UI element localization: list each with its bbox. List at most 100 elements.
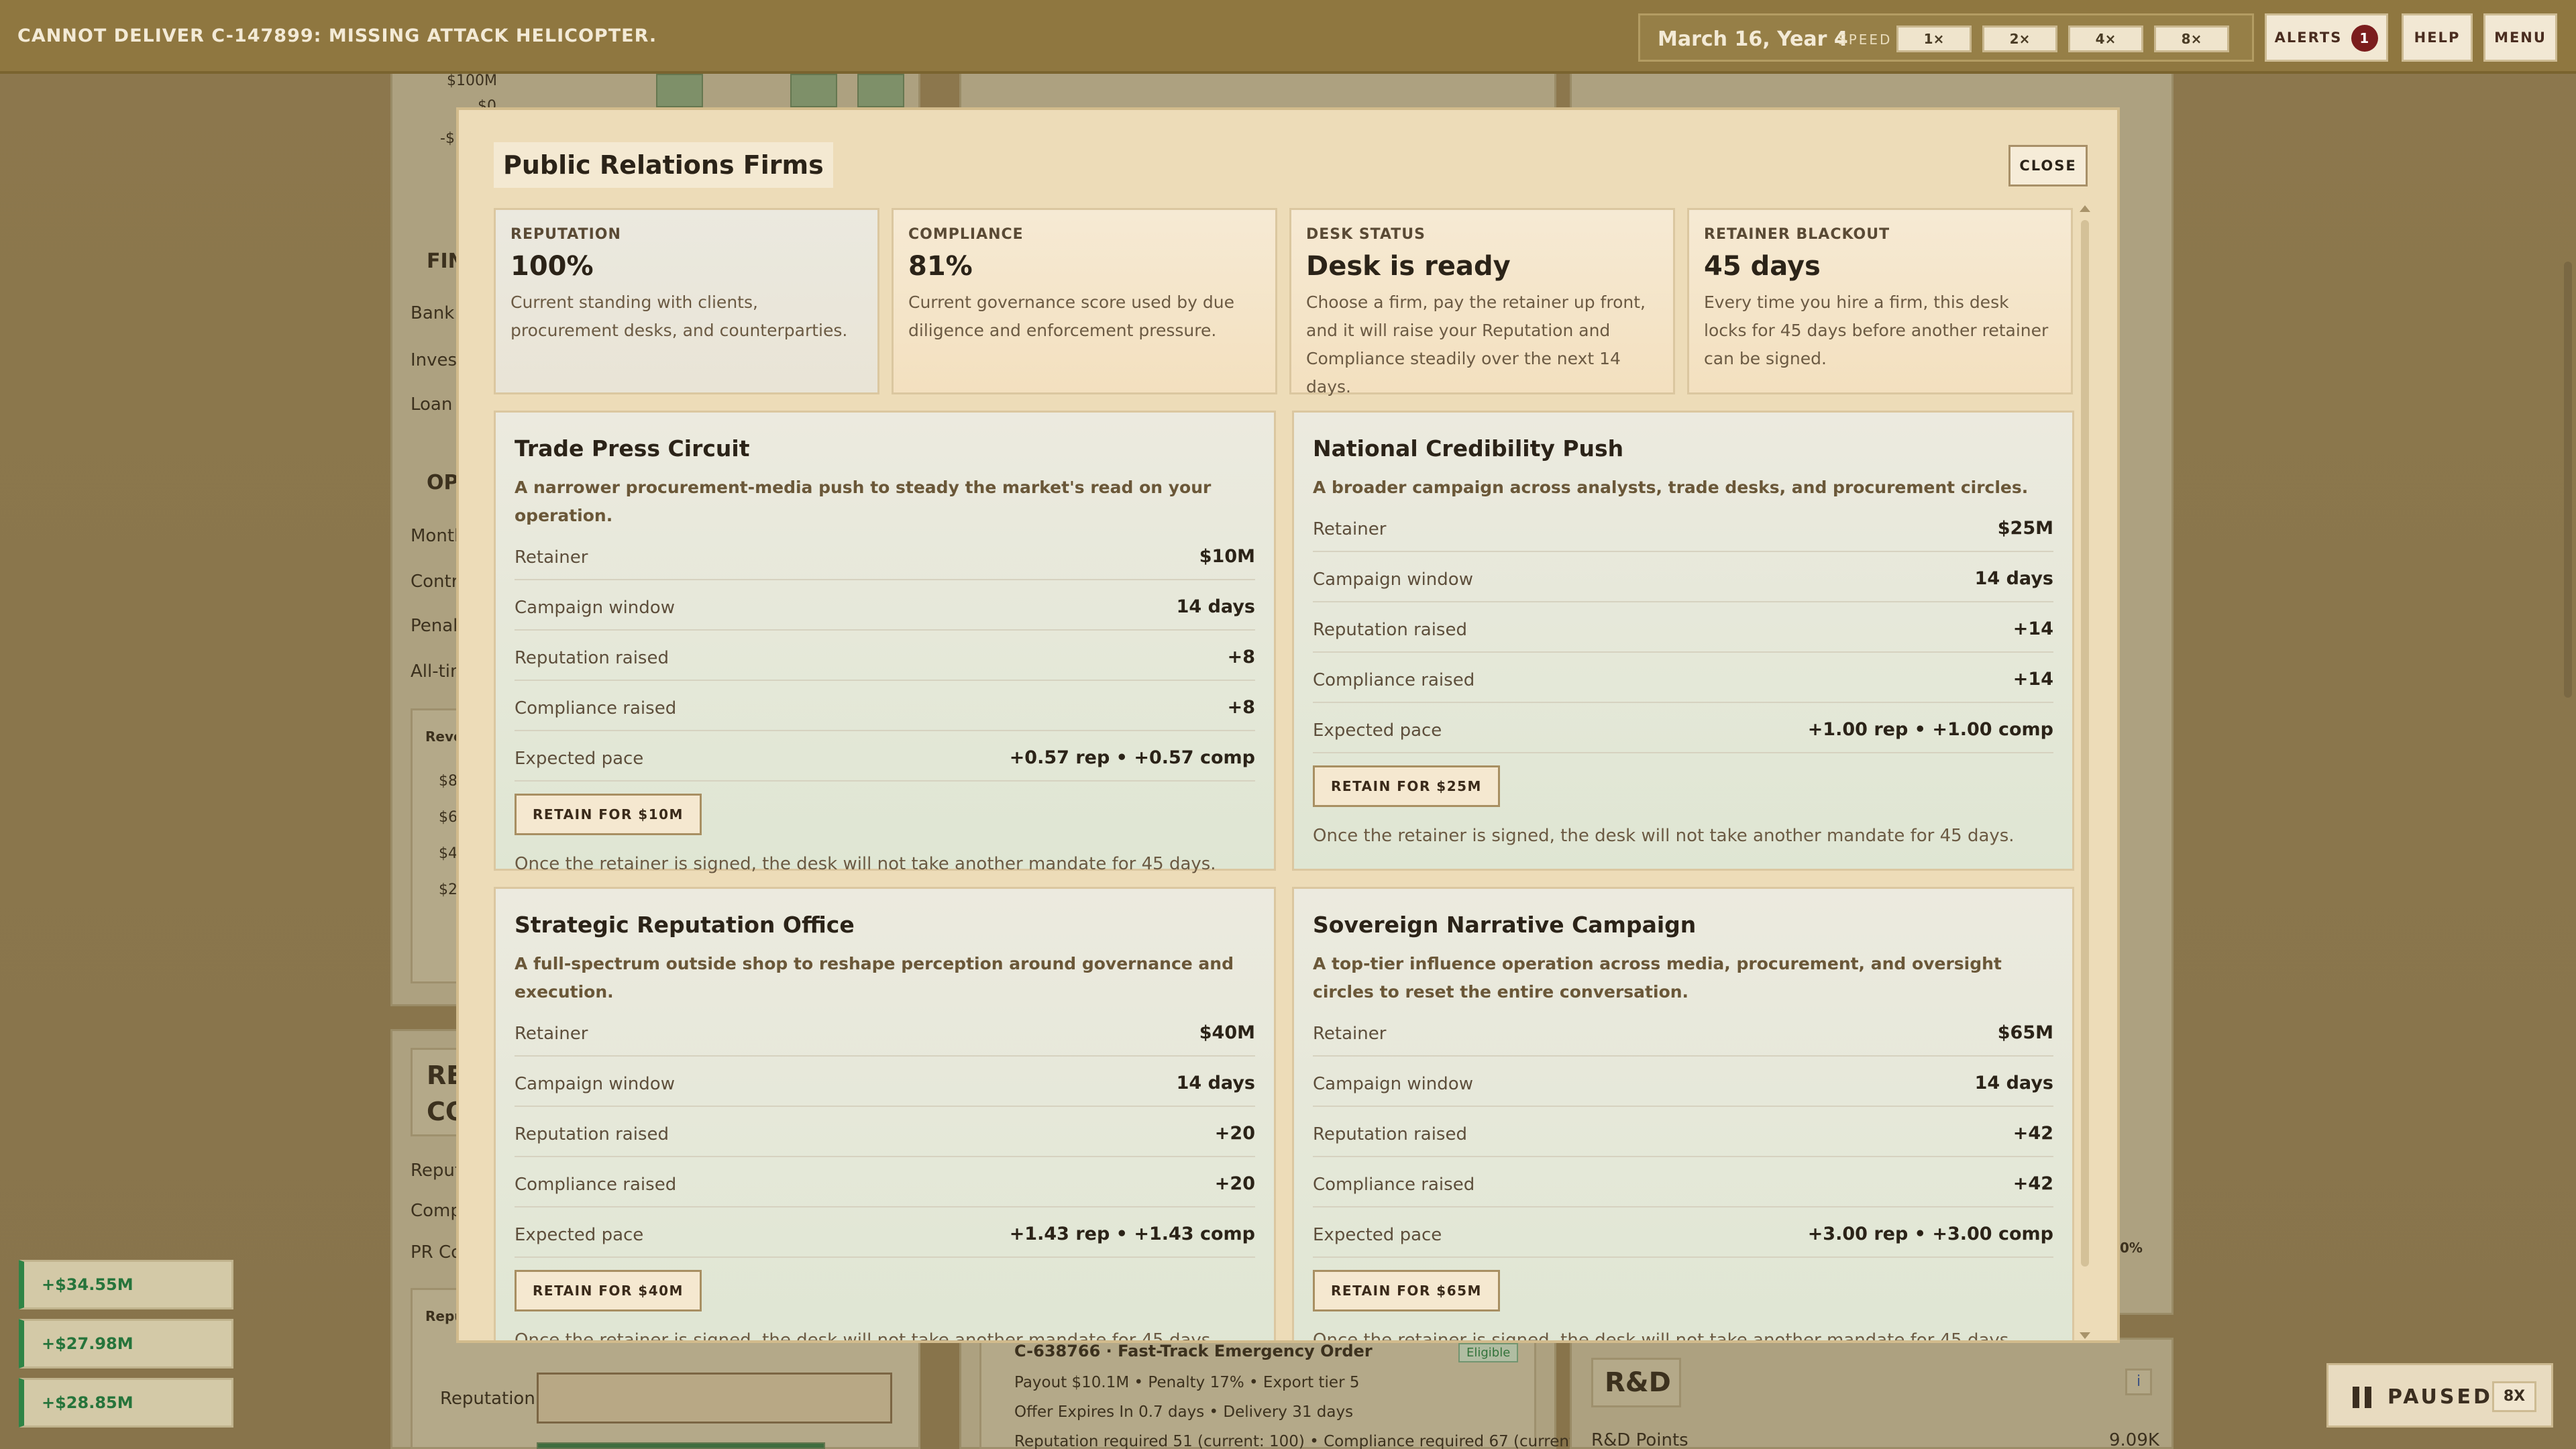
firm-name: Trade Press Circuit [515, 435, 750, 462]
stat-label: RETAINER BLACKOUT [1704, 226, 1890, 243]
income-toast: +$27.98M [19, 1319, 233, 1368]
row-value: +20 [1214, 1123, 1255, 1144]
pace-row: Expected pace +1.43 rep • +1.43 comp [515, 1208, 1255, 1258]
pr-firms-modal: Public Relations Firms CLOSE REPUTATION … [456, 107, 2120, 1343]
row-value: 14 days [1974, 1073, 2053, 1093]
firm-description: A top-tier influence operation across me… [1313, 954, 2002, 1002]
scroll-down-icon[interactable] [2080, 1332, 2090, 1339]
retain-button[interactable]: RETAIN FOR $25M [1313, 765, 1500, 807]
row-label: Expected pace [1313, 1225, 1442, 1245]
speed-8x-button[interactable]: 8× [2154, 25, 2229, 52]
firm-note: Once the retainer is signed, the desk wi… [515, 854, 1216, 874]
stat-label: REPUTATION [511, 226, 621, 243]
firm-name: Strategic Reputation Office [515, 912, 855, 938]
alerts-count-badge: 1 [2351, 25, 2379, 52]
row-value: +14 [2012, 619, 2053, 639]
alerts-button[interactable]: ALERTS 1 [2265, 13, 2388, 62]
row-value: 14 days [1176, 596, 1255, 617]
retainer-row: Retainer $65M [1313, 1006, 2053, 1057]
scroll-up-icon[interactable] [2080, 205, 2090, 212]
row-value: +3.00 rep • +3.00 comp [1807, 1224, 2053, 1244]
top-bar: CANNOT DELIVER C-147899: MISSING ATTACK … [0, 0, 2576, 74]
pace-row: Expected pace +0.57 rep • +0.57 comp [515, 731, 1255, 782]
pause-indicator[interactable]: PAUSED 8X [2326, 1363, 2553, 1428]
retain-button[interactable]: RETAIN FOR $10M [515, 794, 702, 835]
stat-value: Desk is ready [1306, 251, 1511, 282]
row-value: $40M [1199, 1022, 1255, 1043]
row-label: Compliance raised [1313, 670, 1475, 690]
row-value: $25M [1997, 518, 2053, 539]
firm-note: Once the retainer is signed, the desk wi… [1313, 826, 2015, 846]
pace-row: Expected pace +1.00 rep • +1.00 comp [1313, 703, 2053, 753]
row-value: +14 [2012, 669, 2053, 690]
firm-note: Once the retainer is signed, the desk wi… [515, 1330, 1216, 1343]
row-label: Expected pace [515, 1225, 644, 1245]
row-label: Retainer [515, 1024, 588, 1044]
game-date: March 16, Year 4 [1658, 28, 1848, 51]
window-row: Campaign window 14 days [515, 580, 1255, 631]
close-button[interactable]: CLOSE [2008, 145, 2088, 186]
reputation-stat-card: REPUTATION 100% Current standing with cl… [494, 208, 879, 394]
retain-button[interactable]: RETAIN FOR $40M [515, 1270, 702, 1311]
stat-description: Current standing with clients, procureme… [511, 292, 848, 340]
pause-icon [2353, 1387, 2371, 1408]
retainer-row: Retainer $40M [515, 1006, 1255, 1057]
compliance-row: Compliance raised +14 [1313, 653, 2053, 703]
reputation-row: Reputation raised +8 [515, 631, 1255, 681]
firm-description: A narrower procurement-media push to ste… [515, 478, 1212, 525]
row-label: Compliance raised [1313, 1175, 1475, 1195]
row-label: Reputation raised [1313, 1124, 1467, 1144]
window-row: Campaign window 14 days [1313, 1057, 2053, 1107]
retainer-row: Retainer $10M [515, 530, 1255, 580]
stat-description: Choose a firm, pay the retainer up front… [1306, 292, 1646, 396]
menu-button[interactable]: MENU [2483, 13, 2557, 62]
row-label: Reputation raised [515, 648, 669, 668]
paused-label: PAUSED [2387, 1385, 2493, 1409]
firm-name: Sovereign Narrative Campaign [1313, 912, 1697, 938]
row-label: Campaign window [1313, 1074, 1473, 1094]
window-row: Campaign window 14 days [1313, 552, 2053, 602]
firm-name: National Credibility Push [1313, 435, 1624, 462]
alerts-label: ALERTS [2274, 30, 2343, 46]
firm-card-trade-press-circuit: Trade Press Circuit A narrower procureme… [494, 411, 1276, 874]
reputation-row: Reputation raised +42 [1313, 1107, 2053, 1157]
compliance-row: Compliance raised +8 [515, 681, 1255, 731]
stat-description: Current governance score used by due dil… [908, 292, 1234, 340]
row-value: +8 [1227, 697, 1255, 718]
speed-1x-button[interactable]: 1× [1896, 25, 1972, 52]
stat-label: COMPLIANCE [908, 226, 1024, 243]
row-label: Reputation raised [1313, 620, 1467, 640]
row-label: Compliance raised [515, 1175, 677, 1195]
row-value: +42 [2012, 1173, 2053, 1194]
firm-card-national-credibility-push: National Credibility Push A broader camp… [1292, 411, 2074, 871]
stat-value: 100% [511, 251, 594, 282]
help-button[interactable]: HELP [2402, 13, 2473, 62]
row-label: Expected pace [1313, 720, 1442, 741]
desk-status-stat-card: DESK STATUS Desk is ready Choose a firm,… [1289, 208, 1675, 396]
compliance-row: Compliance raised +20 [515, 1157, 1255, 1208]
row-label: Reputation raised [515, 1124, 669, 1144]
paused-speed-badge[interactable]: 8X [2492, 1381, 2536, 1412]
retainer-row: Retainer $25M [1313, 502, 2053, 552]
stat-value: 81% [908, 251, 973, 282]
alert-message: CANNOT DELIVER C-147899: MISSING ATTACK … [17, 25, 657, 46]
scroll-thumb[interactable] [2081, 220, 2089, 1267]
firm-card-sovereign-narrative-campaign: Sovereign Narrative Campaign A top-tier … [1292, 887, 2074, 1340]
stat-description: Every time you hire a firm, this desk lo… [1704, 292, 2049, 368]
modal-scrollbar[interactable] [2077, 205, 2093, 1339]
stat-label: DESK STATUS [1306, 226, 1426, 243]
row-label: Campaign window [515, 598, 675, 618]
row-value: $10M [1199, 546, 1255, 567]
speed-2x-button[interactable]: 2× [1982, 25, 2057, 52]
row-value: +0.57 rep • +0.57 comp [1009, 747, 1255, 768]
row-label: Campaign window [1313, 570, 1473, 590]
retainer-blackout-stat-card: RETAINER BLACKOUT 45 days Every time you… [1687, 208, 2073, 394]
reputation-row: Reputation raised +20 [515, 1107, 1255, 1157]
window-row: Campaign window 14 days [515, 1057, 1255, 1107]
row-label: Retainer [515, 547, 588, 568]
speed-4x-button[interactable]: 4× [2068, 25, 2143, 52]
row-label: Expected pace [515, 749, 644, 769]
date-speed-box: March 16, Year 4 SPEED 1× 2× 4× 8× [1638, 13, 2254, 62]
reputation-row: Reputation raised +14 [1313, 602, 2053, 653]
retain-button[interactable]: RETAIN FOR $65M [1313, 1270, 1500, 1311]
